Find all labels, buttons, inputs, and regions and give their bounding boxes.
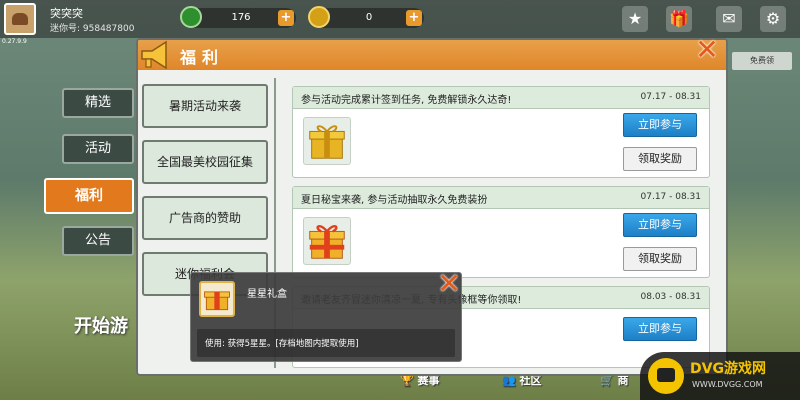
star-icon[interactable]: ★ bbox=[622, 6, 648, 32]
popup-desc-box: 使用: 获得5星星。[存档地图内提取使用] bbox=[197, 329, 455, 357]
site-watermark: DVG游戏网 WWW.DVGG.COM bbox=[640, 352, 800, 400]
join-button[interactable]: 立即参与 bbox=[623, 317, 697, 341]
card-date: 08.03 - 08.31 bbox=[640, 292, 702, 302]
card-header: 夏日秘宝来袭, 参与活动抽取永久免费装扮 07.17 - 08.31 bbox=[293, 187, 709, 209]
green-bean-value: 176 bbox=[231, 12, 251, 23]
gold-coin-counter: 0 + bbox=[308, 6, 424, 28]
claim-button[interactable]: 领取奖励 bbox=[623, 147, 697, 171]
star-gift-icon bbox=[199, 281, 235, 317]
card-date: 07.17 - 08.31 bbox=[640, 92, 702, 102]
green-bean-counter: 176 + bbox=[180, 6, 296, 28]
menu-sponsor[interactable]: 广告商的赞助 bbox=[142, 196, 268, 240]
gold-gift-icon bbox=[303, 117, 351, 165]
popup-desc: 使用: 获得5星星。[存档地图内提取使用] bbox=[205, 339, 359, 349]
add-coin-button[interactable]: + bbox=[406, 10, 422, 26]
player-name: 突突突 bbox=[50, 7, 83, 20]
tab-notice[interactable]: 公告 bbox=[62, 226, 134, 256]
gamepad-logo-icon bbox=[648, 358, 684, 394]
gold-coin-value: 0 bbox=[365, 12, 373, 23]
gold-coin-icon bbox=[308, 6, 330, 28]
claim-button[interactable]: 领取奖励 bbox=[623, 247, 697, 271]
popup-close-icon[interactable]: ✕ bbox=[436, 270, 462, 298]
player-avatar[interactable] bbox=[4, 3, 36, 35]
card-date: 07.17 - 08.31 bbox=[640, 192, 702, 202]
card-header: 参与活动完成累计签到任务, 免费解锁永久达奇! 07.17 - 08.31 bbox=[293, 87, 709, 109]
red-gift-icon bbox=[303, 217, 351, 265]
tab-welfare[interactable]: 福利 bbox=[44, 178, 134, 214]
menu-campus-contest[interactable]: 全国最美校园征集 bbox=[142, 140, 268, 184]
green-bean-icon bbox=[180, 6, 202, 28]
watermark-text: DVG游戏网 bbox=[690, 361, 766, 377]
menu-summer-event[interactable]: 暑期活动来袭 bbox=[142, 84, 268, 128]
mail-icon[interactable]: ✉ bbox=[716, 6, 742, 32]
start-game-label[interactable]: 开始游 bbox=[74, 312, 128, 338]
activity-card: 夏日秘宝来袭, 参与活动抽取永久免费装扮 07.17 - 08.31 立即参与 … bbox=[292, 186, 710, 278]
tab-events[interactable]: 活动 bbox=[62, 134, 134, 164]
activity-card: 参与活动完成累计签到任务, 免费解锁永久达奇! 07.17 - 08.31 立即… bbox=[292, 86, 710, 178]
tab-featured[interactable]: 精选 bbox=[62, 88, 134, 118]
close-icon[interactable]: ✕ bbox=[694, 36, 720, 64]
card-title: 夏日秘宝来袭, 参与活动抽取永久免费装扮 bbox=[301, 195, 488, 206]
join-button[interactable]: 立即参与 bbox=[623, 113, 697, 137]
top-hud: 突突突 迷你号: 958487800 176 + 0 + ★ 🎁 ✉ ⚙ bbox=[0, 0, 800, 38]
megaphone-icon bbox=[141, 40, 167, 70]
free-claim-strip[interactable]: 免费领 bbox=[732, 52, 792, 70]
item-tooltip: 星星礼盒 使用: 获得5星星。[存档地图内提取使用] bbox=[190, 272, 462, 362]
version-label: 0.27.9.9 bbox=[2, 38, 27, 45]
add-bean-button[interactable]: + bbox=[278, 10, 294, 26]
gear-icon[interactable]: ⚙ bbox=[760, 6, 786, 32]
panel-title: 福利 bbox=[180, 48, 225, 67]
player-id: 迷你号: 958487800 bbox=[50, 24, 135, 34]
join-button[interactable]: 立即参与 bbox=[623, 213, 697, 237]
panel-header: 福利 bbox=[138, 40, 726, 70]
card-title: 参与活动完成累计签到任务, 免费解锁永久达奇! bbox=[301, 95, 512, 106]
gift-icon[interactable]: 🎁 bbox=[666, 6, 692, 32]
watermark-url: WWW.DVGG.COM bbox=[692, 380, 763, 389]
popup-title: 星星礼盒 bbox=[247, 289, 287, 300]
